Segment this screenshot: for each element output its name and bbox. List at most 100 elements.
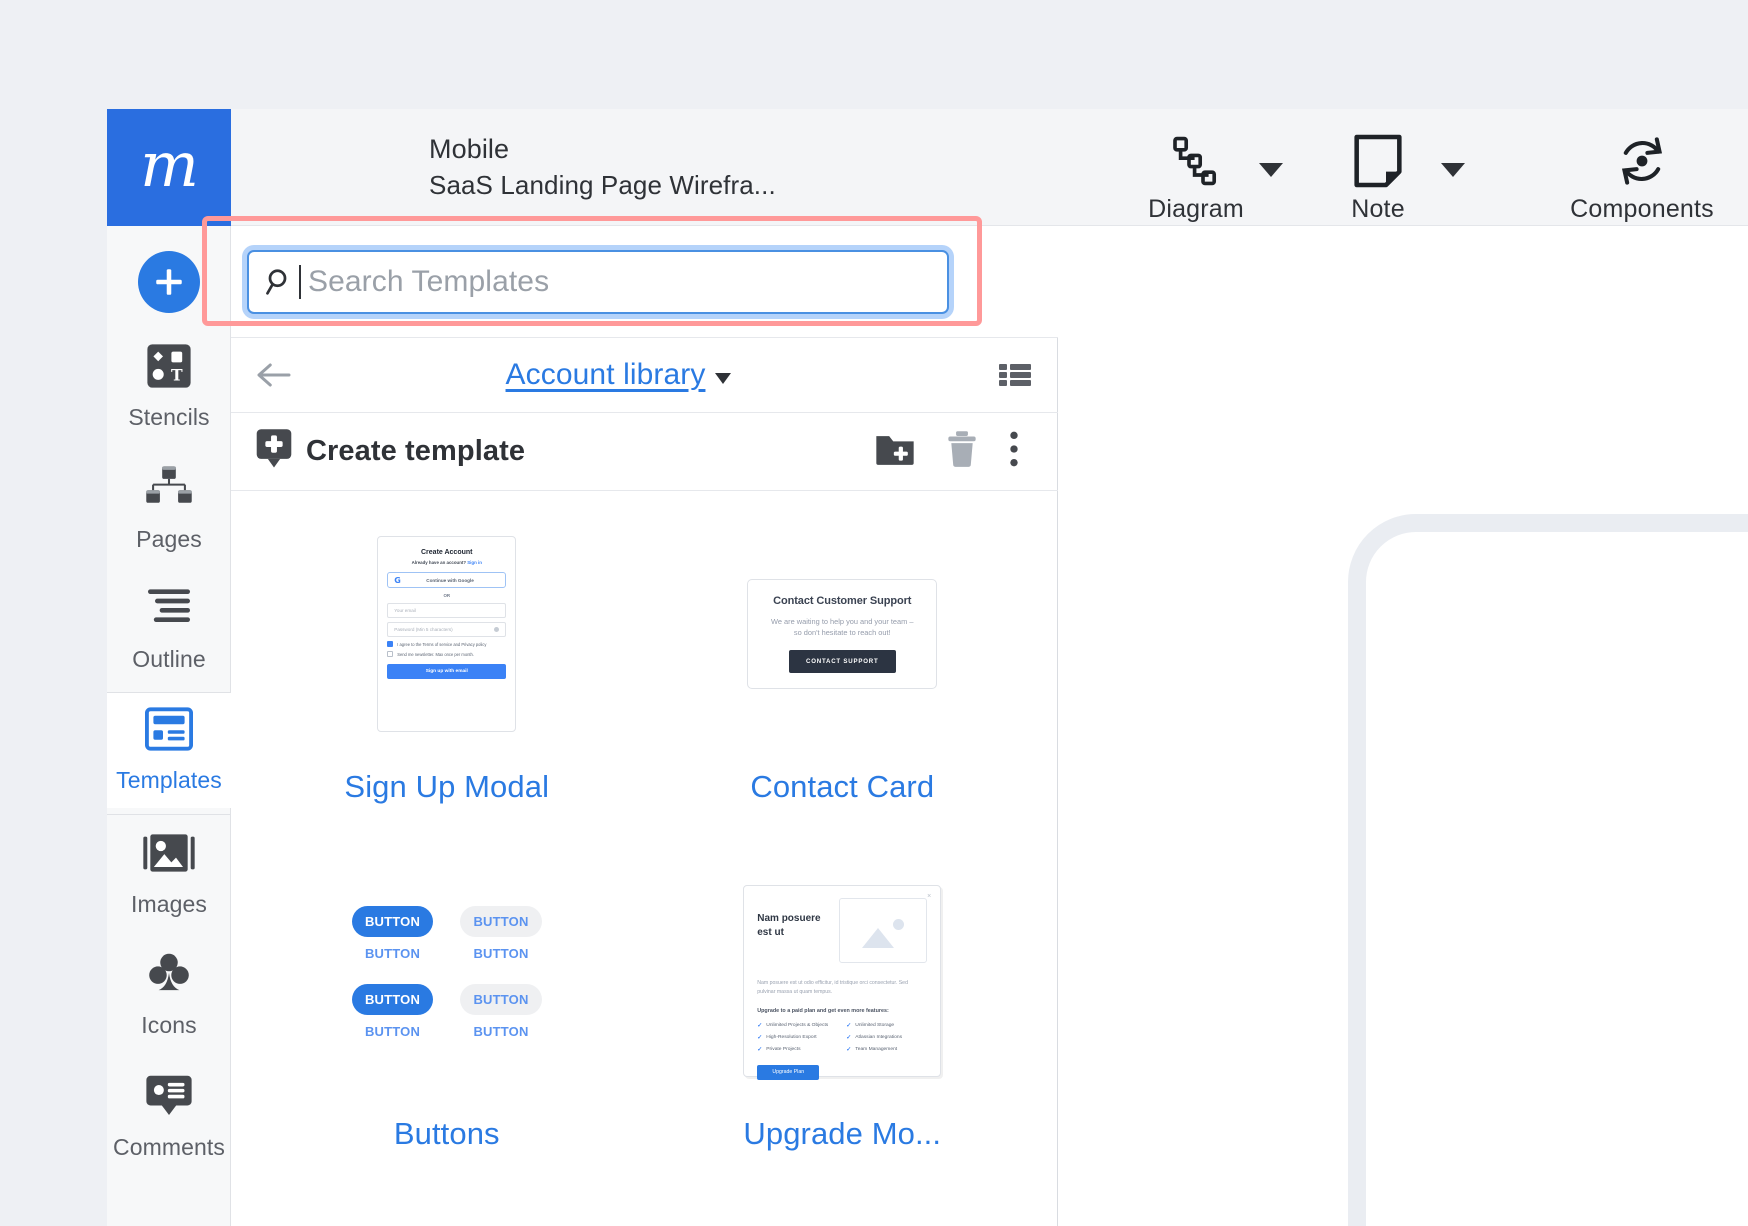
- create-template-label: Create template: [306, 435, 525, 468]
- template-label: Contact Card: [750, 769, 934, 805]
- template-label: Buttons: [394, 1116, 500, 1152]
- up-feature: ✓High-Resolution Export: [757, 1034, 838, 1041]
- sidebar-item-comments[interactable]: Comments: [107, 1066, 231, 1161]
- bt-row: BUTTON BUTTON: [352, 984, 542, 1015]
- up-top: Nam posuere est ut: [757, 898, 927, 963]
- close-icon: ×: [927, 893, 931, 900]
- library-title: Account library: [506, 358, 706, 392]
- cc-subtitle: We are waiting to help you and your team…: [771, 616, 913, 638]
- bt-pill-ghost: BUTTON: [460, 906, 542, 937]
- bt-row: BUTTON BUTTON: [352, 906, 542, 937]
- up-feature: ✓Atlassian Integrations: [846, 1034, 927, 1041]
- bt-row: BUTTON BUTTON: [352, 946, 542, 961]
- create-template-icon: [255, 428, 293, 475]
- template-thumbnail: Create Account Already have an account? …: [377, 513, 516, 755]
- components-tool-group: Components: [1552, 125, 1732, 224]
- search-input[interactable]: Search Templates: [247, 250, 949, 314]
- sidebar-item-images[interactable]: Images: [107, 823, 231, 918]
- mobile-artboard[interactable]: [1348, 514, 1748, 1226]
- sidebar-item-label: Pages: [136, 526, 202, 553]
- diagram-caret-icon[interactable]: [1259, 163, 1283, 177]
- su-or: OR: [387, 593, 506, 598]
- sidebar-item-icons[interactable]: Icons: [107, 944, 231, 1039]
- library-selector[interactable]: Account library: [291, 358, 946, 392]
- trash-icon: [946, 430, 978, 468]
- bt-text: BUTTON: [460, 946, 542, 961]
- template-card[interactable]: Create Account Already have an account? …: [249, 513, 645, 860]
- su-submit-button: Sign up with email: [387, 664, 506, 679]
- sidebar-item-label: Outline: [132, 646, 206, 673]
- logo-glyph: m: [140, 134, 198, 196]
- search-icon: [263, 267, 297, 297]
- checkbox-checked-icon: [387, 641, 393, 647]
- list-view-button[interactable]: [972, 361, 1058, 389]
- create-row-actions: [874, 430, 1034, 473]
- more-vertical-icon: [1008, 430, 1020, 468]
- check-icon: ✓: [757, 1022, 762, 1029]
- up-feature: ✓Unlimited Storage: [846, 1022, 927, 1029]
- chevron-down-icon: [715, 373, 731, 384]
- rail-divider: [107, 814, 231, 815]
- template-card[interactable]: BUTTON BUTTON BUTTON BUTTON BUTTON BUTTO…: [249, 860, 645, 1207]
- top-toolbar: m Mobile SaaS Landing Page Wirefra...: [107, 109, 1748, 226]
- search-zone: Search Templates: [231, 226, 1058, 338]
- svg-text:T: T: [171, 365, 183, 384]
- template-label: Sign Up Modal: [344, 769, 549, 805]
- upgrade-modal-thumb: × Nam posuere est ut Nam posuere est ut …: [743, 885, 941, 1077]
- template-thumbnail: BUTTON BUTTON BUTTON BUTTON BUTTON BUTTO…: [352, 860, 542, 1102]
- buttons-thumb: BUTTON BUTTON BUTTON BUTTON BUTTON BUTTO…: [352, 906, 542, 1056]
- check-icon: ✓: [757, 1046, 762, 1053]
- components-button[interactable]: Components: [1552, 125, 1732, 224]
- sidebar-item-pages[interactable]: Pages: [107, 458, 231, 553]
- su-terms-check: I agree to the Terms of service and Priv…: [387, 641, 506, 647]
- su-email-placeholder: Your email: [394, 608, 416, 613]
- create-template-button[interactable]: Create template: [255, 428, 525, 475]
- sign-up-modal-thumb: Create Account Already have an account? …: [377, 536, 516, 732]
- up-feature: ✓Team Management: [846, 1046, 927, 1053]
- template-thumbnail: Contact Customer Support We are waiting …: [747, 513, 937, 755]
- up-lead: Upgrade to a paid plan and get even more…: [757, 1008, 927, 1014]
- bt-text: BUTTON: [460, 1024, 542, 1039]
- note-caret-icon[interactable]: [1441, 163, 1465, 177]
- note-button[interactable]: Note: [1319, 125, 1437, 224]
- note-tool-group: Note: [1319, 125, 1469, 224]
- list-view-icon: [998, 361, 1032, 389]
- template-card[interactable]: × Nam posuere est ut Nam posuere est ut …: [645, 860, 1041, 1207]
- template-label: Upgrade Mo...: [743, 1116, 941, 1152]
- sidebar-item-label: Images: [131, 891, 207, 918]
- comments-icon: [144, 1066, 194, 1126]
- template-card[interactable]: Contact Customer Support We are waiting …: [645, 513, 1041, 860]
- bt-pill-ghost: BUTTON: [460, 984, 542, 1015]
- canvas-area[interactable]: [1058, 226, 1748, 1226]
- check-icon: ✓: [846, 1046, 851, 1053]
- page-name[interactable]: Mobile: [429, 131, 776, 167]
- up-features: ✓Unlimited Projects & Objects ✓Unlimited…: [757, 1022, 927, 1053]
- sidebar-item-outline[interactable]: Outline: [107, 578, 231, 673]
- project-name[interactable]: SaaS Landing Page Wirefra...: [429, 167, 776, 205]
- sidebar-item-label: Icons: [141, 1012, 196, 1039]
- note-icon: [1351, 133, 1405, 189]
- sidebar-item-stencils[interactable]: T Stencils: [107, 336, 231, 431]
- su-newsletter-check: Send me newsletter. Max once per month.: [387, 651, 506, 657]
- components-label: Components: [1570, 195, 1714, 224]
- check-icon: ✓: [846, 1034, 851, 1041]
- add-button[interactable]: [138, 251, 200, 313]
- sidebar-item-templates[interactable]: Templates: [107, 693, 231, 808]
- up-body: Nam posuere est ut odio efficitur, id tr…: [757, 979, 927, 997]
- new-folder-icon: [874, 431, 916, 467]
- search-placeholder: Search Templates: [308, 265, 549, 299]
- outline-icon: [145, 578, 193, 638]
- up-heading: Nam posuere est ut: [757, 912, 829, 963]
- diagram-button[interactable]: Diagram: [1137, 125, 1255, 224]
- su-email-field: Your email: [387, 603, 506, 618]
- check-icon: ✓: [757, 1034, 762, 1041]
- su-title: Create Account: [387, 549, 506, 556]
- new-folder-button[interactable]: [874, 431, 916, 472]
- more-options-button[interactable]: [1008, 430, 1020, 473]
- delete-button[interactable]: [946, 430, 978, 473]
- add-icon: [152, 265, 186, 299]
- up-feature: ✓Private Projects: [757, 1046, 838, 1053]
- diagram-label: Diagram: [1148, 195, 1244, 224]
- app-logo[interactable]: m: [107, 109, 231, 226]
- diagram-tool-group: Diagram: [1137, 125, 1287, 224]
